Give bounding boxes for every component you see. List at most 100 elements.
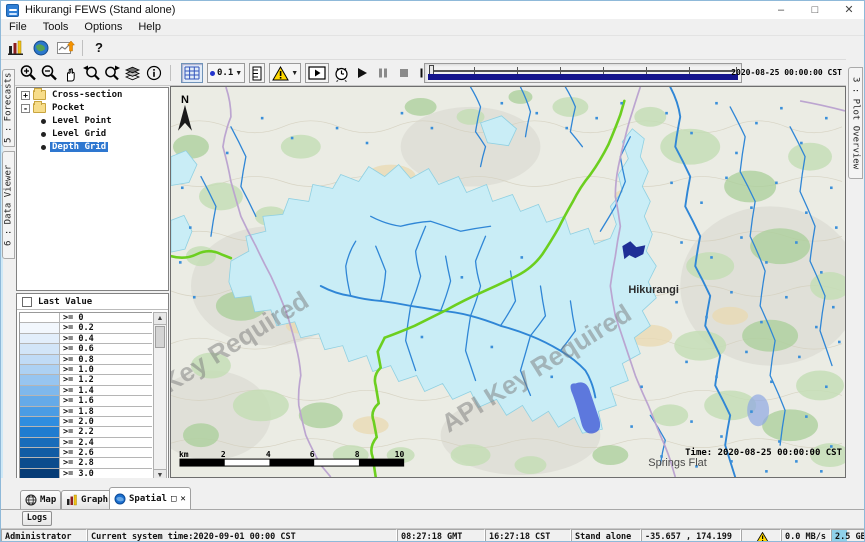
tree-item-pocket[interactable]: - Pocket — [17, 102, 168, 114]
legend-swatch — [20, 438, 60, 447]
window-title: Hikurangi FEWS (Stand alone) — [25, 4, 175, 16]
last-value-label: Last Value — [38, 297, 92, 307]
play-button[interactable] — [353, 64, 371, 82]
tree-item-label: Level Point — [50, 116, 114, 126]
pause-button[interactable] — [374, 64, 392, 82]
menu-item-help[interactable]: Help — [130, 21, 169, 33]
status-mode: Stand alone — [571, 529, 641, 542]
legend-row: >= 0.2 — [20, 323, 152, 333]
legend-row-label: >= 0.8 — [60, 355, 94, 364]
current-timestep-label: 2020-08-25 00:00:00 CST — [731, 68, 842, 77]
title-bar: Hikurangi FEWS (Stand alone) – □ ✕ — [1, 1, 865, 19]
class-interval-dropdown[interactable]: 0.1▼ — [207, 63, 245, 83]
legend-row-label: >= 0 — [60, 313, 83, 322]
legend-row: >= 0 — [20, 313, 152, 323]
legend-rows: >= 0>= 0.2>= 0.4>= 0.6>= 0.8>= 1.0>= 1.2… — [19, 312, 152, 483]
folder-icon — [33, 103, 46, 113]
menu-item-file[interactable]: File — [1, 21, 35, 33]
legend-swatch — [20, 365, 60, 374]
legend-row-label: >= 1.2 — [60, 375, 94, 384]
maximize-button[interactable]: □ — [798, 1, 832, 19]
sidebar-tab-forecasts[interactable]: 5 : Forecasts — [2, 69, 15, 147]
legend-row: >= 2.2 — [20, 427, 152, 437]
tab-maximize-icon[interactable]: □ — [171, 494, 176, 504]
legend-swatch — [20, 355, 60, 364]
time-slider[interactable] — [424, 63, 742, 83]
stop-button[interactable] — [395, 64, 413, 82]
legend-swatch — [20, 469, 60, 478]
legend-row: >= 1.6 — [20, 396, 152, 406]
menu-item-options[interactable]: Options — [76, 21, 130, 33]
main-toolbar: ? — [1, 36, 865, 59]
legend-swatch — [20, 427, 60, 436]
tab-spatial[interactable]: Spatial □ ✕ — [109, 487, 191, 509]
interval-dot-icon — [210, 71, 215, 76]
tree-item-cross-section[interactable]: + Cross-section — [17, 89, 168, 101]
legend-row-label: >= 0.4 — [60, 334, 94, 343]
globe-icon[interactable] — [31, 39, 51, 57]
last-value-checkbox[interactable] — [22, 297, 32, 307]
layers-icon[interactable] — [122, 63, 143, 83]
status-user: Administrator — [1, 529, 87, 542]
scroll-thumb[interactable] — [155, 326, 165, 348]
tree-item-level-grid[interactable]: Level Grid — [17, 128, 168, 140]
map-canvas[interactable]: API Key Required API Key Required Hikura… — [170, 86, 846, 478]
zoom-in-icon[interactable] — [17, 63, 38, 83]
map-time-label: Time: 2020-08-25 00:00:00 CST — [685, 447, 842, 458]
logs-button[interactable]: Logs — [22, 511, 52, 526]
close-button[interactable]: ✕ — [832, 1, 865, 19]
tree-item-depth-grid[interactable]: Depth Grid — [17, 141, 168, 153]
legend-row-label: >= 2.2 — [60, 427, 94, 436]
legend-row: >= 1.2 — [20, 375, 152, 385]
legend-swatch — [20, 448, 60, 457]
tree-item-label: Level Grid — [50, 129, 108, 139]
svg-text:6: 6 — [310, 450, 315, 459]
tree-item-label: Pocket — [50, 103, 87, 113]
timer-clock-icon[interactable] — [332, 64, 350, 82]
tab-map[interactable]: Map — [20, 490, 61, 509]
sidebar-tab-data-viewer[interactable]: 6 : Data Viewer — [2, 151, 15, 259]
animation-player-button[interactable] — [305, 63, 329, 83]
tree-expander-icon[interactable]: - — [21, 104, 30, 113]
chart-export-icon[interactable] — [56, 39, 76, 57]
pan-hand-icon[interactable] — [59, 63, 80, 83]
map-toolbar: 0.1▼ ▼ 2020-08-25 00:00:00 CST — [1, 59, 865, 86]
legend-swatch — [20, 386, 60, 395]
grid-layer-button[interactable] — [181, 63, 203, 83]
tree-item-label: Cross-section — [50, 90, 124, 100]
legend-row-label: >= 1.0 — [60, 365, 94, 374]
folder-icon — [33, 90, 46, 100]
minimize-button[interactable]: – — [764, 1, 798, 19]
legend-scrollbar[interactable]: ▲ ▼ — [153, 312, 167, 482]
help-button[interactable]: ? — [95, 40, 103, 55]
tab-map-label: Map — [40, 495, 56, 505]
zoom-out-icon[interactable] — [38, 63, 59, 83]
database-bars-icon[interactable] — [6, 39, 26, 57]
legend-row: >= 2.0 — [20, 417, 152, 427]
legend-swatch — [20, 396, 60, 405]
status-warning[interactable] — [741, 529, 781, 542]
tree-item-level-point[interactable]: Level Point — [17, 115, 168, 127]
zoom-next-icon[interactable] — [101, 63, 122, 83]
legend-row: >= 2.6 — [20, 448, 152, 458]
tree-item-label: Depth Grid — [50, 142, 108, 152]
legend-row: >= 1.4 — [20, 386, 152, 396]
zoom-previous-icon[interactable] — [80, 63, 101, 83]
legend-swatch — [20, 334, 60, 343]
gauge-scale-button[interactable] — [249, 63, 265, 83]
legend-row: >= 0.6 — [20, 344, 152, 354]
tab-close-icon[interactable]: ✕ — [180, 494, 185, 504]
menu-item-tools[interactable]: Tools — [35, 21, 77, 33]
bullet-icon — [41, 119, 46, 124]
tab-graph[interactable]: Graph — [61, 490, 113, 509]
tree-indent — [21, 143, 30, 152]
tree-expander-icon[interactable]: + — [21, 91, 30, 100]
scroll-up-icon[interactable]: ▲ — [154, 313, 166, 325]
bullet-icon — [41, 132, 46, 137]
info-icon[interactable] — [143, 63, 164, 83]
legend-row-label: >= 2.6 — [60, 448, 94, 457]
warning-threshold-dropdown[interactable]: ▼ — [269, 63, 301, 83]
sidebar-tab-plot-overview[interactable]: 3 : Plot Overview — [848, 67, 863, 179]
time-slider-track — [431, 70, 735, 72]
svg-text:N: N — [181, 94, 189, 106]
